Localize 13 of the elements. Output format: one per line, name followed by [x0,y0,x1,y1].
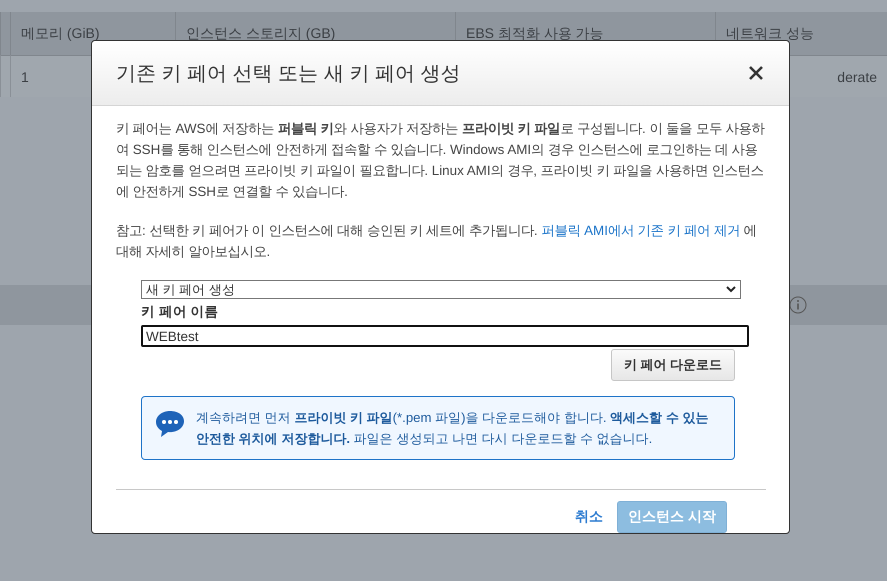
learn-more-link[interactable]: 퍼블릭 AMI에서 기존 키 페어 제거 [541,223,740,238]
description-text: 키 페어는 AWS에 저장하는 퍼블릭 키와 사용자가 저장하는 프라이빗 키 파일로 구성됩니다. 이 둘을 모두 사용하여 SSH를 통해 인스턴스에 안전하게 접속할 수 있습니다. Windows AMI의 경우 인스턴스에 로그인하는 데 사용되는 암호를 얻으려면 프라이빗 키 파일이 필요합니다. Linux AMI의 경우, 프라이빗 키 파일을 사용하면 인스턴스에 안전하게 SSH로 연결할 수 있습니다. [116,120,765,201]
chat-bubble-icon [154,409,186,439]
cancel-link[interactable]: 취소 [575,508,604,526]
key-pair-select[interactable]: 새 키 페어 생성 [141,280,741,299]
info-text: 계속하려면 먼저 프라이빗 키 파일(*.pem 파일)을 다운로드해야 합니다. 액세스할 수 있는 안전한 위치에 저장합니다. 파일은 생성되고 나면 다시 다운로드할 수 없습니다. [196,409,710,448]
caret-icon [726,286,736,293]
info-icon[interactable] [789,296,807,314]
note-text: 참고: 선택한 키 페어가 이 인스턴스에 대해 승인된 키 세트에 추가됩니다. 퍼블릭 AMI에서 기존 키 페어 제거 에 대해 자세히 알아보십시오. [116,222,758,261]
close-button[interactable] [747,64,765,82]
key-pair-name-field[interactable]: WEBtest [141,325,749,347]
download-button[interactable]: 키 페어 다운로드 [610,349,735,381]
field-label: 키 페어 이름 [141,303,220,321]
